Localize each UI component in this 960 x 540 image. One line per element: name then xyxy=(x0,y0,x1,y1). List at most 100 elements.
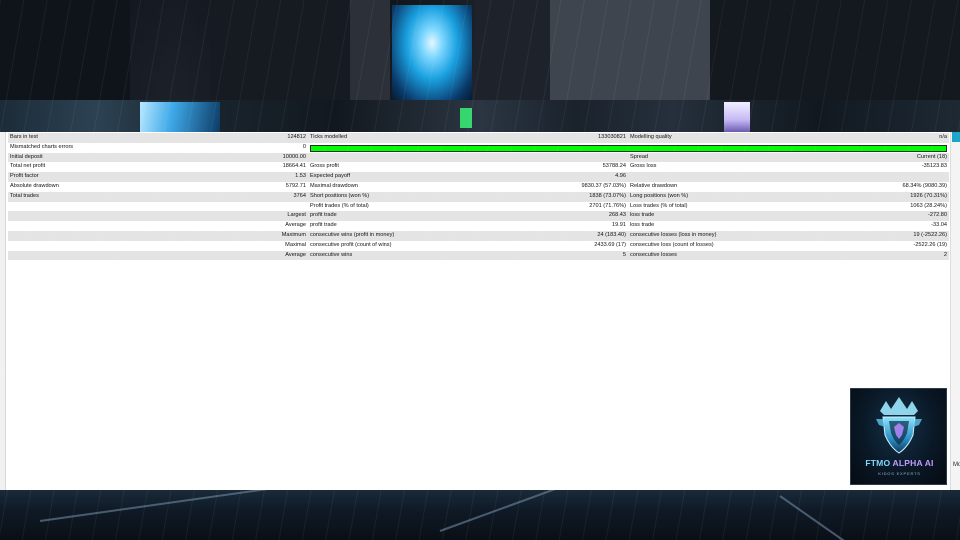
cell-label: Spread xyxy=(628,152,748,163)
table-row: Bars in test 124812 Ticks modelled 13303… xyxy=(8,133,949,143)
cell-label: loss trade xyxy=(628,221,748,231)
logo-title: FTMO ALPHA AI xyxy=(851,458,948,468)
cell-value: Current (18) xyxy=(748,152,949,163)
cell-label: Absolute drawdown xyxy=(8,181,108,192)
cell-value: 133030821 xyxy=(428,133,628,143)
cell-label: consecutive wins (profit in money) xyxy=(308,230,428,241)
cell-value: -33.04 xyxy=(748,221,949,231)
strategy-report-table: Bars in test 124812 Ticks modelled 13303… xyxy=(8,133,949,261)
cell-value: 0 xyxy=(108,142,308,153)
cell-label: Profit trades (% of total) xyxy=(308,201,428,212)
cell-label: Initial deposit xyxy=(8,152,108,163)
side-label: Mo xyxy=(953,462,960,468)
cell-label: Profit factor xyxy=(8,172,108,182)
modelling-quality-cell xyxy=(308,142,949,153)
logo-tagline: KIDOS EXPERTS xyxy=(878,471,921,476)
cell-label xyxy=(8,240,108,251)
cell-value: 10000.00 xyxy=(108,152,308,163)
cell-label: consecutive losses (loss in money) xyxy=(628,230,748,241)
building xyxy=(710,0,960,100)
cell-value: 24 (183.40) xyxy=(428,230,628,241)
background-road-scene xyxy=(0,490,960,540)
table-row: Maximum consecutive wins (profit in mone… xyxy=(8,230,949,241)
cell-value: Average xyxy=(108,221,308,231)
table-row: Absolute drawdown 5792.71 Maximal drawdo… xyxy=(8,181,949,192)
cell-value xyxy=(108,201,308,212)
cell-label: profit trade xyxy=(308,221,428,231)
table-row: Maximal consecutive profit (count of win… xyxy=(8,240,949,251)
neon-billboard xyxy=(392,5,472,100)
cell-value: 1838 (73.07%) xyxy=(428,191,628,202)
scrollbar-thumb[interactable] xyxy=(952,132,960,142)
cell-value: 9830.37 (57.03%) xyxy=(428,181,628,192)
cell-value: 2433.69 (17) xyxy=(428,240,628,251)
cell-value: Average xyxy=(108,250,308,261)
cell-value: 268.43 xyxy=(428,211,628,222)
cell-label: loss trade xyxy=(628,211,748,222)
table-row: Initial deposit 10000.00 Spread Current … xyxy=(8,152,949,163)
cell-value: 1926 (70.31%) xyxy=(748,191,949,202)
building xyxy=(550,0,710,100)
neon-sign xyxy=(460,108,472,128)
cell-value: 19 (-2522.26) xyxy=(748,230,949,241)
cell-label: Relative drawdown xyxy=(628,181,748,192)
table-row: Average consecutive wins 5 consecutive l… xyxy=(8,250,949,261)
road-marking xyxy=(39,490,298,522)
cell-label xyxy=(8,221,108,231)
cell-value: 18664.41 xyxy=(108,162,308,173)
table-row: Mismatched charts errors 0 xyxy=(8,142,949,153)
cell-value: 2701 (71.76%) xyxy=(428,201,628,212)
cell-label: Short positions (won %) xyxy=(308,191,428,202)
cell-value xyxy=(748,172,949,182)
road-marking xyxy=(439,490,591,532)
cell-value: Maximum xyxy=(108,230,308,241)
cell-label: Total net profit xyxy=(8,162,108,173)
cell-value: 2 xyxy=(748,250,949,261)
vertical-scrollbar[interactable] xyxy=(950,132,960,490)
cell-value: n/a xyxy=(748,133,949,143)
table-row: Average profit trade 19.91 loss trade -3… xyxy=(8,221,949,231)
cell-label xyxy=(628,172,748,182)
cell-label: profit trade xyxy=(308,211,428,222)
logo-brand-accent: ALPHA AI xyxy=(892,458,934,468)
cell-value: 1063 (28.24%) xyxy=(748,201,949,212)
cell-label: Maximal drawdown xyxy=(308,181,428,192)
cell-value: -2522.26 (19) xyxy=(748,240,949,251)
table-row: Total trades 3764 Short positions (won %… xyxy=(8,191,949,202)
table-row: Total net profit 18664.41 Gross profit 5… xyxy=(8,162,949,173)
cell-value: 53788.24 xyxy=(428,162,628,173)
road-marking xyxy=(779,495,879,540)
table-row: Largest profit trade 268.43 loss trade -… xyxy=(8,211,949,222)
background-city-scene xyxy=(0,0,960,132)
building xyxy=(210,0,350,105)
cell-label xyxy=(8,230,108,241)
cell-label: Gross loss xyxy=(628,162,748,173)
cell-value: 68.34% (9080.39) xyxy=(748,181,949,192)
neon-sign xyxy=(724,102,750,132)
strategy-tester-report-window: Bars in test 124812 Ticks modelled 13303… xyxy=(0,132,960,490)
cell-value: Largest xyxy=(108,211,308,222)
ftmo-alpha-ai-logo: FTMO ALPHA AI KIDOS EXPERTS xyxy=(850,388,947,485)
cell-value: 124812 xyxy=(108,133,308,143)
table-row: Profit factor 1.53 Expected payoff 4.96 xyxy=(8,172,949,182)
cell-value: 19.91 xyxy=(428,221,628,231)
cell-label: Gross profit xyxy=(308,162,428,173)
cell-value: -35123.83 xyxy=(748,162,949,173)
cell-label: Ticks modelled xyxy=(308,133,428,143)
cell-value: 5792.71 xyxy=(108,181,308,192)
cell-label: Modelling quality xyxy=(628,133,748,143)
cell-label: Loss trades (% of total) xyxy=(628,201,748,212)
logo-brand: FTMO xyxy=(865,458,891,468)
cell-label: Bars in test xyxy=(8,133,108,143)
cell-label: Total trades xyxy=(8,191,108,202)
building xyxy=(475,0,550,100)
left-panel-edge xyxy=(0,132,6,490)
cell-label xyxy=(8,250,108,261)
cell-value: 1.53 xyxy=(108,172,308,182)
cell-value: -272.80 xyxy=(748,211,949,222)
modelling-quality-bar xyxy=(310,144,947,152)
cell-value: Maximal xyxy=(108,240,308,251)
cell-label: consecutive losses xyxy=(628,250,748,261)
cell-label: consecutive profit (count of wins) xyxy=(308,240,428,251)
table-row: Profit trades (% of total) 2701 (71.76%)… xyxy=(8,201,949,212)
